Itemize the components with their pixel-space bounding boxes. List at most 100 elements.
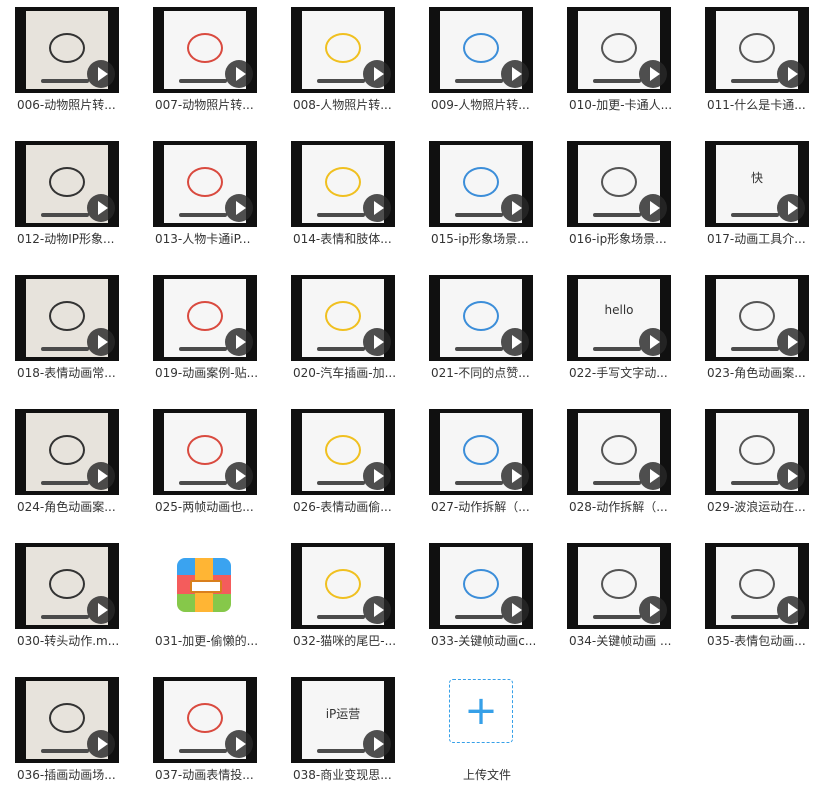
video-thumbnail[interactable]: [429, 409, 533, 495]
video-thumbnail[interactable]: [567, 141, 671, 227]
play-icon[interactable]: [87, 194, 115, 222]
play-icon[interactable]: [777, 462, 805, 490]
video-thumbnail[interactable]: [153, 7, 257, 93]
file-tile[interactable]: 036-插画动画场...: [15, 677, 153, 805]
play-icon[interactable]: [225, 328, 253, 356]
play-icon[interactable]: [225, 730, 253, 758]
file-tile[interactable]: 快 017-动画工具介...: [705, 141, 814, 269]
file-tile[interactable]: 012-动物IP形象...: [15, 141, 153, 269]
file-tile[interactable]: 021-不同的点赞...: [429, 275, 567, 403]
file-tile[interactable]: 014-表情和肢体...: [291, 141, 429, 269]
file-tile[interactable]: 030-转头动作.m...: [15, 543, 153, 671]
play-icon[interactable]: [363, 730, 391, 758]
file-tile[interactable]: 028-动作拆解（...: [567, 409, 705, 537]
file-tile[interactable]: 025-两帧动画也...: [153, 409, 291, 537]
video-thumbnail[interactable]: iP运营: [291, 677, 395, 763]
video-thumbnail[interactable]: [291, 409, 395, 495]
file-tile[interactable]: 011-什么是卡通...: [705, 7, 814, 135]
file-tile[interactable]: 035-表情包动画...: [705, 543, 814, 671]
video-thumbnail[interactable]: [15, 409, 119, 495]
play-icon[interactable]: [639, 596, 667, 624]
play-icon[interactable]: [225, 462, 253, 490]
file-tile[interactable]: 020-汽车插画-加...: [291, 275, 429, 403]
video-thumbnail[interactable]: [15, 543, 119, 629]
video-thumbnail[interactable]: [567, 409, 671, 495]
video-thumbnail[interactable]: [429, 141, 533, 227]
video-thumbnail[interactable]: [705, 409, 809, 495]
video-thumbnail[interactable]: [291, 543, 395, 629]
video-thumbnail[interactable]: [291, 141, 395, 227]
file-tile[interactable]: 032-猫咪的尾巴-...: [291, 543, 429, 671]
play-icon[interactable]: [639, 462, 667, 490]
video-thumbnail[interactable]: [153, 275, 257, 361]
file-tile[interactable]: 008-人物照片转...: [291, 7, 429, 135]
play-icon[interactable]: [501, 328, 529, 356]
file-tile[interactable]: 007-动物照片转...: [153, 7, 291, 135]
file-tile[interactable]: 033-关键帧动画c...: [429, 543, 567, 671]
file-tile[interactable]: 006-动物照片转...: [15, 7, 153, 135]
upload-button[interactable]: +: [449, 679, 513, 743]
play-icon[interactable]: [363, 462, 391, 490]
play-icon[interactable]: [639, 328, 667, 356]
play-icon[interactable]: [639, 194, 667, 222]
file-tile[interactable]: 026-表情动画偷...: [291, 409, 429, 537]
file-tile[interactable]: 018-表情动画常...: [15, 275, 153, 403]
video-thumbnail[interactable]: [429, 275, 533, 361]
video-thumbnail[interactable]: [567, 543, 671, 629]
video-thumbnail[interactable]: 快: [705, 141, 809, 227]
video-thumbnail[interactable]: [291, 275, 395, 361]
file-tile[interactable]: iP运营 038-商业变现思...: [291, 677, 429, 805]
play-icon[interactable]: [87, 60, 115, 88]
file-tile[interactable]: 019-动画案例-贴...: [153, 275, 291, 403]
file-tile[interactable]: 009-人物照片转...: [429, 7, 567, 135]
file-tile[interactable]: 013-人物卡通iP...: [153, 141, 291, 269]
play-icon[interactable]: [501, 60, 529, 88]
play-icon[interactable]: [87, 462, 115, 490]
play-icon[interactable]: [363, 194, 391, 222]
video-thumbnail[interactable]: [15, 7, 119, 93]
video-thumbnail[interactable]: [153, 409, 257, 495]
play-icon[interactable]: [501, 462, 529, 490]
video-thumbnail[interactable]: [567, 7, 671, 93]
play-icon[interactable]: [501, 596, 529, 624]
play-icon[interactable]: [777, 596, 805, 624]
play-icon[interactable]: [225, 194, 253, 222]
video-thumbnail[interactable]: [291, 7, 395, 93]
play-icon[interactable]: [363, 596, 391, 624]
file-tile[interactable]: 037-动画表情投...: [153, 677, 291, 805]
video-thumbnail[interactable]: [15, 677, 119, 763]
video-thumbnail[interactable]: [429, 7, 533, 93]
file-tile[interactable]: 015-ip形象场景...: [429, 141, 567, 269]
video-thumbnail[interactable]: [153, 677, 257, 763]
play-icon[interactable]: [363, 328, 391, 356]
video-thumbnail[interactable]: hello: [567, 275, 671, 361]
file-tile[interactable]: hello 022-手写文字动...: [567, 275, 705, 403]
play-icon[interactable]: [87, 730, 115, 758]
file-tile[interactable]: 023-角色动画案...: [705, 275, 814, 403]
play-icon[interactable]: [87, 596, 115, 624]
play-icon[interactable]: [777, 60, 805, 88]
file-tile[interactable]: 031-加更-偷懒的...: [153, 543, 291, 671]
video-thumbnail[interactable]: [705, 7, 809, 93]
play-icon[interactable]: [639, 60, 667, 88]
play-icon[interactable]: [777, 328, 805, 356]
video-thumbnail[interactable]: [15, 141, 119, 227]
play-icon[interactable]: [225, 60, 253, 88]
video-thumbnail[interactable]: [429, 543, 533, 629]
video-thumbnail[interactable]: [153, 141, 257, 227]
video-thumbnail[interactable]: [15, 275, 119, 361]
drawing-illustration: [49, 703, 85, 734]
play-icon[interactable]: [87, 328, 115, 356]
file-tile[interactable]: 027-动作拆解（...: [429, 409, 567, 537]
file-tile[interactable]: 010-加更-卡通人...: [567, 7, 705, 135]
video-thumbnail[interactable]: [705, 275, 809, 361]
video-thumbnail[interactable]: [705, 543, 809, 629]
play-icon[interactable]: [363, 60, 391, 88]
upload-tile[interactable]: + 上传文件: [429, 677, 567, 805]
file-tile[interactable]: 029-波浪运动在...: [705, 409, 814, 537]
file-tile[interactable]: 016-ip形象场景...: [567, 141, 705, 269]
play-icon[interactable]: [777, 194, 805, 222]
play-icon[interactable]: [501, 194, 529, 222]
file-tile[interactable]: 024-角色动画案...: [15, 409, 153, 537]
file-tile[interactable]: 034-关键帧动画 ...: [567, 543, 705, 671]
